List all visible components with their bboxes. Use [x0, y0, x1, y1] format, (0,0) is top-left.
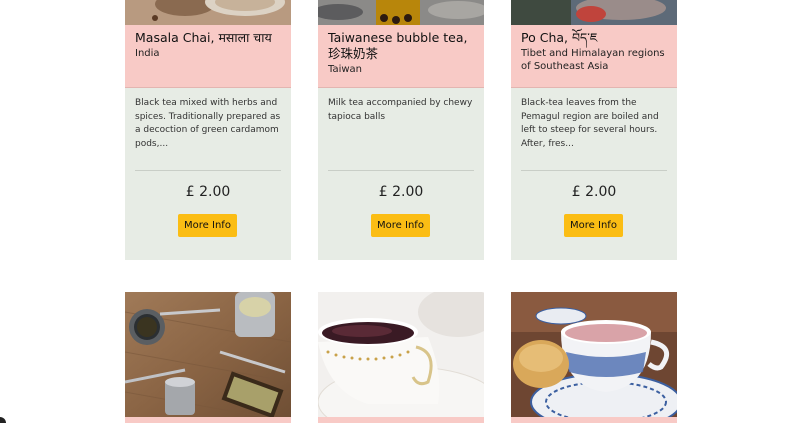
card-title: Masala Chai, मसाला चाय — [135, 30, 272, 45]
card-header: Po Cha, བོད་ཇ Tibet and Himalayan region… — [511, 25, 677, 88]
card-price: £ 2.00 — [571, 184, 617, 200]
card-origin: India — [135, 48, 160, 59]
card-image — [511, 0, 677, 25]
card-image — [318, 0, 484, 25]
divider — [135, 170, 281, 171]
card-header: Masala Chai, मसाला चाय India — [125, 25, 291, 88]
card-origin: Taiwan — [328, 64, 363, 75]
tea-card-masala-chai: Masala Chai, मसाला चाय India Black tea m… — [125, 0, 291, 260]
card-description: Black tea mixed with herbs and spices. T… — [135, 98, 281, 149]
card-header-strip — [318, 417, 484, 423]
card-image — [125, 0, 291, 25]
yerba-mate-photo — [125, 292, 291, 423]
pink-tea-photo — [511, 292, 677, 423]
teacup-photo — [318, 292, 484, 423]
card-price: £ 2.00 — [185, 184, 231, 200]
card-price: £ 2.00 — [378, 184, 424, 200]
more-info-button[interactable]: More Info — [178, 214, 237, 237]
divider — [521, 170, 667, 171]
card-origin: Tibet and Himalayan regions of Southeast… — [521, 48, 665, 72]
card-description: Milk tea accompanied by chewy tapioca ba… — [328, 98, 473, 122]
tea-card-bubble-tea: Taiwanese bubble tea, 珍珠奶茶 Taiwan Milk t… — [318, 0, 484, 260]
card-header-strip — [511, 417, 677, 423]
card-description: Black-tea leaves from the Pemagul region… — [521, 98, 659, 149]
card-title: Taiwanese bubble tea, 珍珠奶茶 — [328, 30, 468, 61]
card-header: Taiwanese bubble tea, 珍珠奶茶 Taiwan — [318, 25, 484, 88]
tea-card-po-cha: Po Cha, བོད་ཇ Tibet and Himalayan region… — [511, 0, 677, 260]
card-header-strip — [125, 417, 291, 423]
more-info-button[interactable]: More Info — [371, 214, 430, 237]
card-title: Po Cha, བོད་ཇ — [521, 30, 598, 45]
window-corner — [0, 417, 6, 423]
more-info-button[interactable]: More Info — [564, 214, 623, 237]
divider — [328, 170, 474, 171]
